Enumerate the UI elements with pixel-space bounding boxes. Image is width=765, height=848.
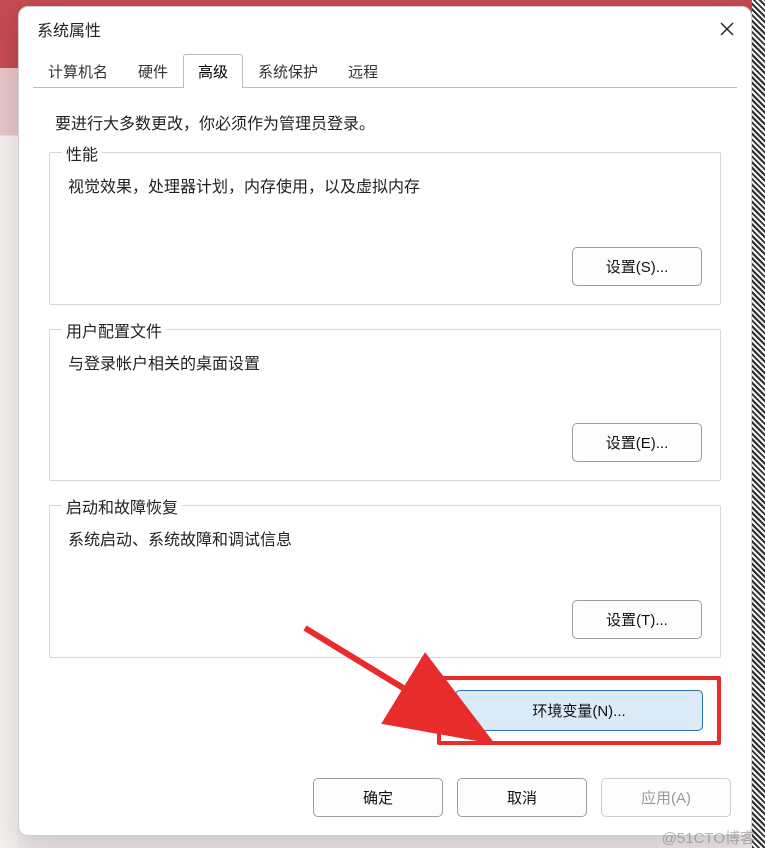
startup-recovery-desc: 系统启动、系统故障和调试信息 [68, 528, 702, 554]
startup-recovery-group: 启动和故障恢复 系统启动、系统故障和调试信息 设置(T)... [49, 505, 721, 658]
ok-button[interactable]: 确定 [313, 778, 443, 817]
performance-group: 性能 视觉效果，处理器计划，内存使用，以及虚拟内存 设置(S)... [49, 152, 721, 305]
user-profile-settings-button[interactable]: 设置(E)... [572, 423, 702, 462]
cancel-button[interactable]: 取消 [457, 778, 587, 817]
advanced-tab-panel: 要进行大多数更改，你必须作为管理员登录。 性能 视觉效果，处理器计划，内存使用，… [33, 87, 737, 766]
environment-variables-button[interactable]: 环境变量(N)... [455, 690, 703, 731]
env-var-row: 环境变量(N)... [49, 676, 721, 745]
admin-note: 要进行大多数更改，你必须作为管理员登录。 [49, 110, 721, 152]
tab-remote[interactable]: 远程 [333, 54, 393, 88]
annotation-highlight-box: 环境变量(N)... [437, 676, 721, 745]
close-button[interactable] [713, 15, 741, 43]
tab-advanced[interactable]: 高级 [183, 54, 243, 88]
user-profile-group: 用户配置文件 与登录帐户相关的桌面设置 设置(E)... [49, 329, 721, 482]
system-properties-dialog: 系统属性 计算机名 硬件 高级 系统保护 远程 要进行大多数更改，你必须作为管理… [18, 6, 752, 836]
tab-system-protection[interactable]: 系统保护 [243, 54, 333, 88]
performance-legend: 性能 [62, 141, 102, 165]
startup-recovery-settings-button[interactable]: 设置(T)... [572, 600, 702, 639]
watermark-text: @51CTO博客 [662, 827, 755, 848]
startup-recovery-legend: 启动和故障恢复 [62, 494, 182, 518]
performance-settings-button[interactable]: 设置(S)... [572, 247, 702, 286]
performance-desc: 视觉效果，处理器计划，内存使用，以及虚拟内存 [68, 175, 702, 201]
tab-strip: 计算机名 硬件 高级 系统保护 远程 [19, 53, 751, 87]
apply-button[interactable]: 应用(A) [601, 778, 731, 817]
tab-computer-name[interactable]: 计算机名 [33, 54, 123, 88]
close-icon [720, 22, 734, 36]
user-profile-desc: 与登录帐户相关的桌面设置 [68, 352, 702, 378]
dialog-footer: 确定 取消 应用(A) [19, 766, 751, 835]
tab-hardware[interactable]: 硬件 [123, 54, 183, 88]
titlebar: 系统属性 [19, 7, 751, 51]
dialog-title: 系统属性 [37, 17, 101, 41]
user-profile-legend: 用户配置文件 [62, 318, 166, 342]
